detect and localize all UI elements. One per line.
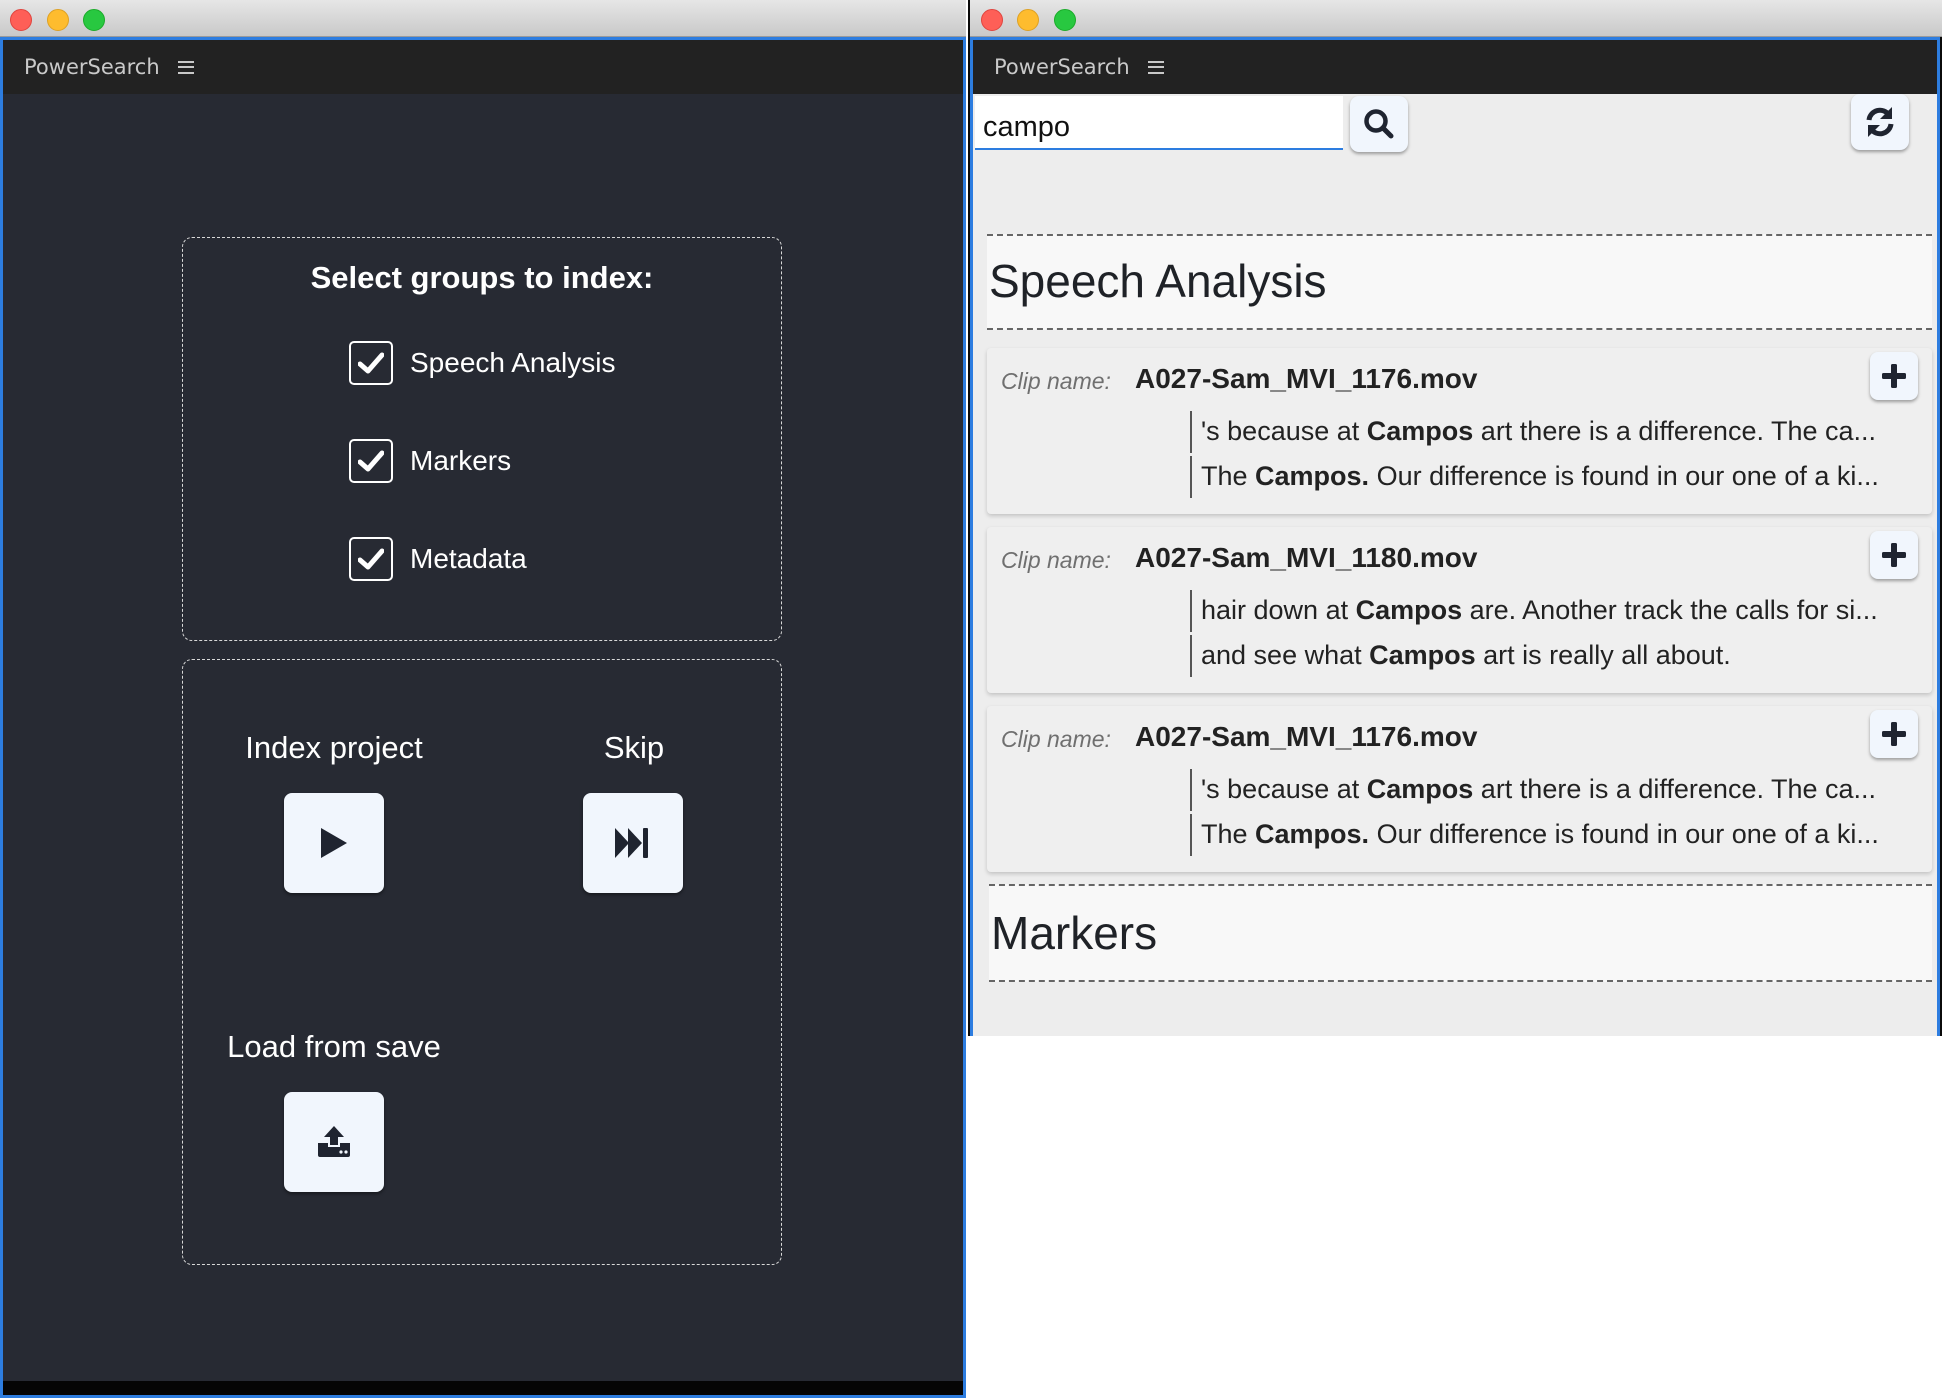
index-window: PowerSearch Select groups to index: Spee… bbox=[0, 0, 966, 1398]
group-checkbox-speech-analysis[interactable]: Speech Analysis bbox=[349, 341, 615, 385]
snippet-match: Campos. bbox=[1255, 819, 1370, 849]
snippet-text: art is really all about. bbox=[1475, 640, 1731, 670]
search-button[interactable] bbox=[1350, 96, 1408, 152]
snippet-text: hair down at bbox=[1201, 595, 1356, 625]
clip-name-label: Clip name: bbox=[1001, 368, 1111, 394]
upload-icon bbox=[318, 1126, 350, 1157]
snippet-match: Campos. bbox=[1255, 461, 1370, 491]
snippet-text: art there is a difference. The ca... bbox=[1473, 416, 1877, 446]
section-title: Markers bbox=[991, 907, 1158, 959]
search-window: PowerSearch Speech Analysis Cli bbox=[968, 0, 1942, 1036]
clip-name: A027-Sam_MVI_1176.mov bbox=[1135, 363, 1478, 394]
snippet-text: art there is a difference. The ca... bbox=[1473, 774, 1877, 804]
snippet-text: The bbox=[1201, 819, 1256, 849]
skip-button[interactable] bbox=[583, 793, 683, 893]
snippet-text: are. Another track the calls for si... bbox=[1462, 595, 1878, 625]
result-card: Clip name: A027-Sam_MVI_1180.mov hair do… bbox=[987, 527, 1932, 693]
add-clip-button[interactable] bbox=[1870, 352, 1918, 400]
play-icon bbox=[321, 828, 347, 858]
result-card: Clip name: A027-Sam_MVI_1176.mov 's beca… bbox=[987, 706, 1932, 872]
minimize-window-button[interactable] bbox=[1017, 9, 1039, 31]
transcript-snippet[interactable]: The Campos. Our difference is found in o… bbox=[1190, 456, 1910, 498]
transcript-snippet[interactable]: The Campos. Our difference is found in o… bbox=[1190, 814, 1910, 856]
transcript-snippet[interactable]: and see what Campos art is really all ab… bbox=[1190, 635, 1910, 677]
hamburger-icon[interactable] bbox=[1147, 60, 1164, 74]
panel-frame: PowerSearch Speech Analysis Cli bbox=[970, 37, 1940, 1036]
checkbox-label: Markers bbox=[410, 445, 512, 476]
snippet-text: and see what bbox=[1201, 640, 1370, 670]
snippet-text: Our difference is found in our one of a … bbox=[1369, 461, 1879, 491]
checkbox[interactable] bbox=[349, 537, 393, 581]
snippet-text: 's because at bbox=[1201, 774, 1367, 804]
checkmark-icon bbox=[358, 450, 384, 472]
plus-icon bbox=[1882, 722, 1906, 746]
plus-icon bbox=[1882, 364, 1906, 388]
clip-name-label: Clip name: bbox=[1001, 547, 1111, 573]
snippet-match: Campos bbox=[1355, 595, 1463, 625]
close-window-button[interactable] bbox=[10, 9, 32, 31]
transcript-snippet[interactable]: hair down at Campos are. Another track t… bbox=[1190, 590, 1910, 632]
section-title: Speech Analysis bbox=[989, 255, 1327, 307]
index-project-label: Index project bbox=[245, 730, 423, 765]
group-checkbox-markers[interactable]: Markers bbox=[349, 439, 511, 483]
checkmark-icon bbox=[358, 548, 384, 570]
group-checkbox-metadata[interactable]: Metadata bbox=[349, 537, 527, 581]
add-clip-button[interactable] bbox=[1870, 710, 1918, 758]
search-icon bbox=[1364, 109, 1394, 139]
snippet-match: Campos bbox=[1366, 774, 1474, 804]
groups-heading: Select groups to index: bbox=[310, 260, 654, 295]
actions-box: Index project Skip Load from save bbox=[182, 659, 782, 1265]
checkmark-icon bbox=[358, 352, 384, 374]
window-titlebar bbox=[0, 0, 966, 37]
zoom-window-button[interactable] bbox=[1054, 9, 1076, 31]
plus-icon bbox=[1882, 543, 1906, 567]
transcript-snippet[interactable]: 's because at Campos art there is a diff… bbox=[1190, 769, 1910, 811]
checkbox-label: Speech Analysis bbox=[410, 347, 616, 378]
clip-name: A027-Sam_MVI_1176.mov bbox=[1135, 721, 1478, 752]
app-title: PowerSearch bbox=[994, 55, 1130, 79]
section-header-markers: Markers bbox=[989, 884, 1932, 982]
checkbox-label: Metadata bbox=[410, 543, 527, 574]
panel-bottom-edge bbox=[3, 1381, 963, 1395]
skip-label: Skip bbox=[603, 730, 665, 765]
load-from-save-button[interactable] bbox=[284, 1092, 384, 1192]
refresh-icon bbox=[1866, 107, 1894, 137]
transcript-snippet[interactable]: 's because at Campos art there is a diff… bbox=[1190, 411, 1910, 453]
hamburger-icon[interactable] bbox=[177, 60, 194, 74]
index-project-button[interactable] bbox=[284, 793, 384, 893]
window-titlebar bbox=[970, 0, 1942, 37]
app-title: PowerSearch bbox=[24, 55, 160, 79]
load-from-save-label: Load from save bbox=[227, 1029, 441, 1064]
skip-forward-icon bbox=[615, 828, 648, 858]
panel-frame: PowerSearch Select groups to index: Spee… bbox=[0, 37, 966, 1398]
search-input[interactable] bbox=[975, 96, 1343, 150]
close-window-button[interactable] bbox=[981, 9, 1003, 31]
snippet-text: Our difference is found in our one of a … bbox=[1369, 819, 1879, 849]
section-header-speech-analysis: Speech Analysis bbox=[987, 234, 1932, 330]
checkbox[interactable] bbox=[349, 341, 393, 385]
snippet-match: Campos bbox=[1369, 640, 1476, 670]
snippet-text: The bbox=[1201, 461, 1256, 491]
index-panel-body: Select groups to index: Speech Analysis … bbox=[3, 94, 963, 1381]
groups-box: Select groups to index: Speech Analysis … bbox=[182, 237, 782, 641]
snippet-text: 's because at bbox=[1201, 416, 1367, 446]
result-card: Clip name: A027-Sam_MVI_1176.mov 's beca… bbox=[987, 348, 1932, 514]
zoom-window-button[interactable] bbox=[83, 9, 105, 31]
search-panel-body: Speech Analysis Clip name: A027-Sam_MVI_… bbox=[973, 94, 1937, 1036]
clip-name: A027-Sam_MVI_1180.mov bbox=[1135, 542, 1478, 573]
refresh-button[interactable] bbox=[1851, 94, 1909, 150]
minimize-window-button[interactable] bbox=[47, 9, 69, 31]
snippet-match: Campos bbox=[1366, 416, 1474, 446]
app-header: PowerSearch bbox=[3, 40, 963, 94]
clip-name-label: Clip name: bbox=[1001, 726, 1111, 752]
add-clip-button[interactable] bbox=[1870, 531, 1918, 579]
checkbox[interactable] bbox=[349, 439, 393, 483]
app-header: PowerSearch bbox=[973, 40, 1937, 94]
